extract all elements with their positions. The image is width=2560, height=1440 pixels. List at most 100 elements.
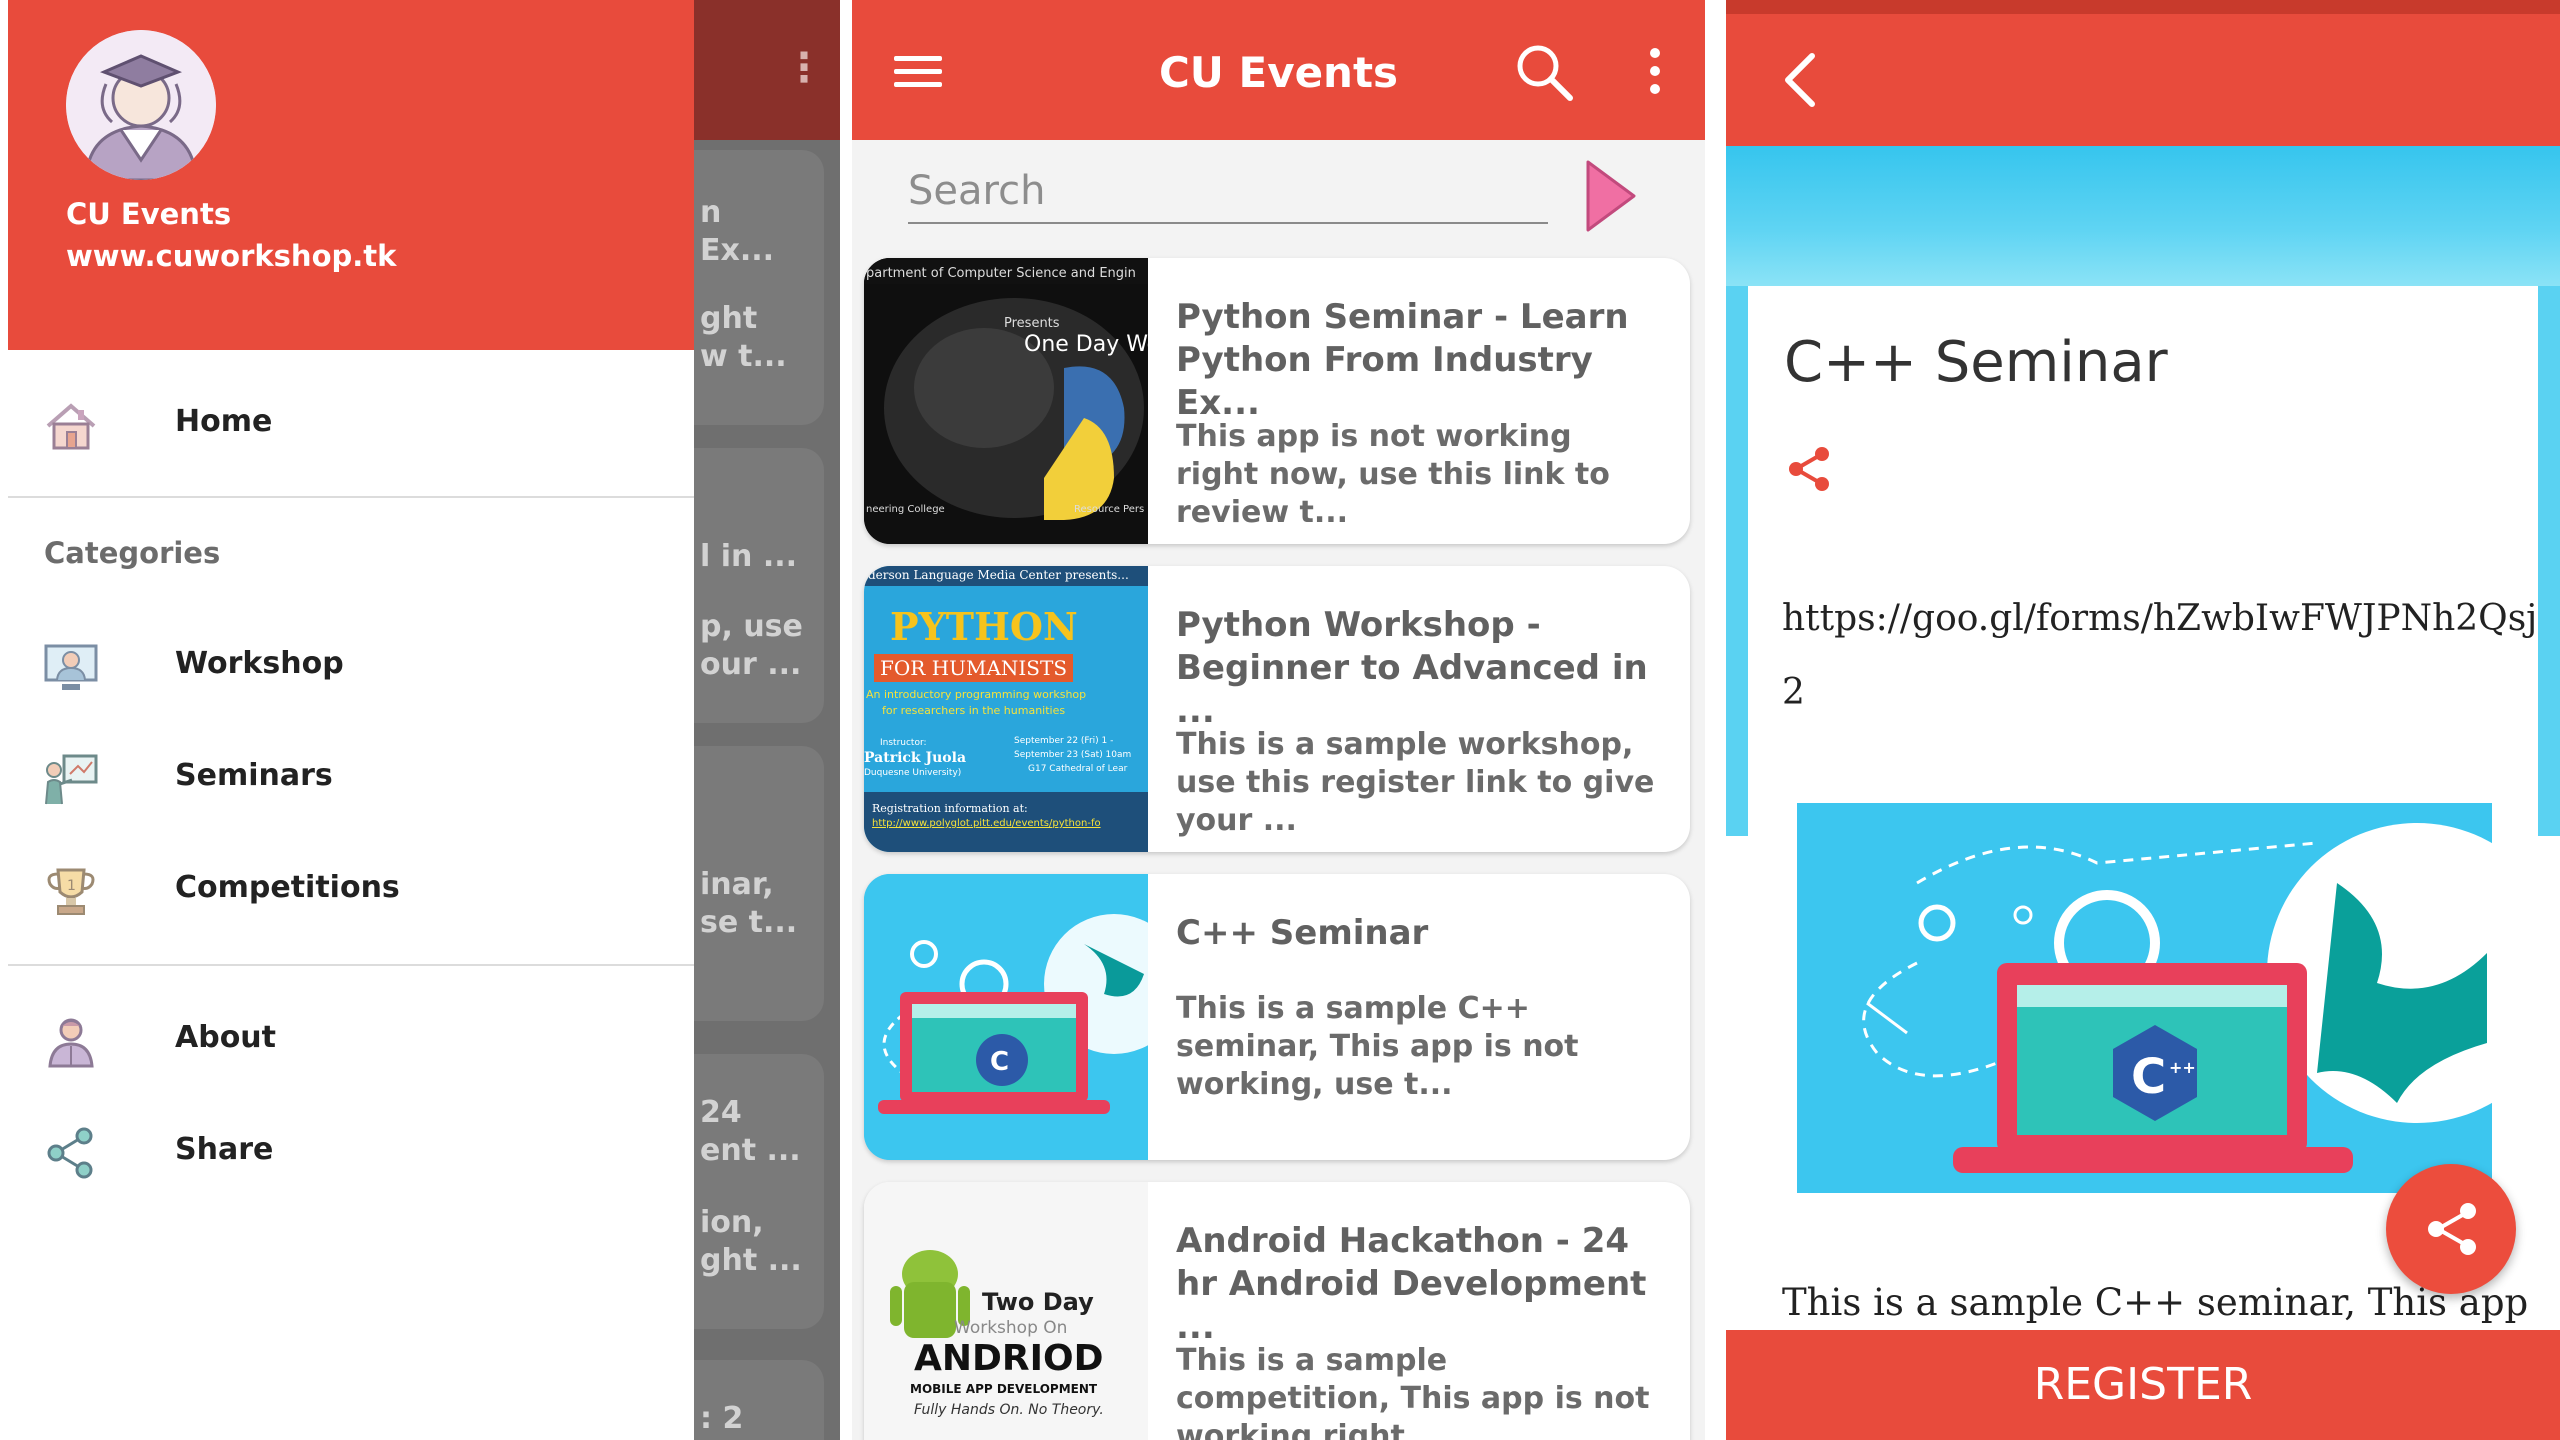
event-title: Android Hackathon - 24 hr Android Develo… (1176, 1221, 1647, 1347)
divider (8, 964, 694, 966)
header-banner (1726, 146, 2560, 286)
background-card-text: p, use our ... (700, 609, 803, 682)
event-description: This app is not working right now, use t… (1176, 419, 1610, 530)
drawer-item-label: Competitions (175, 870, 400, 905)
banner-edge (2538, 286, 2560, 836)
background-more-icon: ⋮ (784, 45, 824, 91)
play-arrow-icon[interactable] (1580, 156, 1640, 236)
home-icon (46, 403, 96, 450)
thumb-dates: G17 Cathedral of Lear (1028, 764, 1128, 774)
event-image: C ++ (1797, 803, 2492, 1193)
thumb-presents: Presents (1004, 316, 1060, 331)
event-card[interactable]: C C++ Seminar This is a sample C++ semin… (864, 874, 1690, 1160)
thumb-headline: ANDRIOD (914, 1338, 1104, 1379)
background-card-text: 24 ent ... (700, 1095, 801, 1168)
event-description: This is a sample competition, This app i… (1176, 1343, 1650, 1440)
thumb-reg-url: http://www.polyglot.pitt.edu/events/pyth… (872, 818, 1101, 829)
categories-heading: Categories (44, 536, 221, 570)
background-card-text: : 2 (700, 1401, 744, 1436)
thumb-headline: PYTHON (890, 604, 1078, 649)
python-seminar-artwork (864, 258, 1148, 544)
drawer-screen: ⋮ n Ex... ght w t... l in ... p, use our… (0, 0, 840, 1440)
background-card-text: n Ex... (700, 195, 775, 268)
drawer-app-name: CU Events (66, 197, 232, 231)
search-input[interactable] (908, 160, 1548, 224)
back-arrow-icon[interactable] (1776, 48, 1826, 112)
background-card-text: ght w t... (700, 301, 787, 374)
status-bar (1726, 0, 2560, 14)
thumb-headline: One Day Wo (1024, 332, 1148, 357)
event-title: Python Seminar - Learn Python From Indus… (1176, 297, 1629, 423)
thumb-caption: partment of Computer Science and Engin (866, 266, 1136, 281)
registration-link[interactable]: https://goo.gl/forms/hZwbIwFWJPNh2Qsj2 (1782, 582, 2542, 730)
register-button[interactable]: REGISTER (1726, 1330, 2560, 1440)
thumb-caption: derson Language Media Center presents... (868, 568, 1129, 582)
divider (8, 496, 694, 498)
thumb-reg-label: Registration information at: (872, 802, 1028, 815)
svg-text:C: C (2131, 1049, 2166, 1105)
teacher-board-icon (45, 754, 98, 805)
drawer-item-label: Share (175, 1132, 274, 1167)
drawer-item-home[interactable]: Home (8, 374, 694, 474)
background-app-scrim[interactable]: ⋮ n Ex... ght w t... l in ... p, use our… (654, 0, 840, 1440)
event-thumbnail: Two Day Workshop On ANDRIOD MOBILE APP D… (864, 1182, 1148, 1440)
event-card[interactable]: Two Day Workshop On ANDRIOD MOBILE APP D… (864, 1182, 1690, 1440)
app-toolbar: CU Events (852, 0, 1705, 140)
event-list-screen: CU Events partment of Computer Science a… (852, 0, 1705, 1440)
background-card-text: inar, se t... (700, 867, 798, 940)
thumb-footer-left: neering College (866, 504, 945, 515)
event-title: C++ Seminar (1176, 913, 1429, 953)
banner-edge (1726, 286, 1748, 836)
drawer-item-about[interactable]: About (8, 990, 694, 1090)
drawer-header: CU Events www.cuworkshop.tk (8, 0, 694, 350)
drawer-item-workshop[interactable]: Workshop (8, 616, 694, 716)
event-thumbnail: partment of Computer Science and Engin P… (864, 258, 1148, 544)
event-card[interactable]: partment of Computer Science and Engin P… (864, 258, 1690, 544)
share-icon[interactable] (1784, 444, 1834, 494)
thumb-instructor-label: Instructor: (880, 738, 927, 748)
drawer-item-competitions[interactable]: 1 Competitions (8, 840, 694, 940)
search-icon[interactable] (1512, 40, 1576, 104)
thumb-line: Two Day (982, 1288, 1094, 1316)
share-fab[interactable] (2386, 1164, 2516, 1294)
background-card-text: ion, ght ... (700, 1205, 802, 1278)
thumb-footer-right: Resource Pers (1074, 504, 1145, 515)
drawer-website[interactable]: www.cuworkshop.tk (66, 236, 396, 276)
share-icon (2428, 1203, 2476, 1255)
svg-text:1: 1 (67, 878, 76, 894)
more-options-icon[interactable] (1648, 48, 1662, 98)
drawer-item-label: Workshop (175, 646, 344, 681)
thumb-instructor-org: Duquesne University) (864, 768, 962, 778)
thumb-subhead: FOR HUMANISTS (874, 654, 1074, 682)
drawer-item-seminars[interactable]: Seminars (8, 728, 694, 828)
cpp-laptop-artwork: C ++ (1797, 803, 2492, 1193)
student-avatar-icon (66, 30, 216, 180)
page-title: CU Events (1158, 48, 1399, 97)
svg-text:C: C (990, 1047, 1009, 1077)
event-detail-title: C++ Seminar (1784, 330, 2168, 395)
thumb-instructor: Patrick Juola (864, 750, 967, 766)
app-toolbar (1726, 0, 2560, 146)
presentation-board-icon (44, 644, 98, 690)
thumb-line: for researchers in the humanities (882, 704, 1066, 717)
svg-text:++: ++ (2169, 1058, 2196, 1077)
background-card-text: l in ... (700, 539, 798, 574)
cpp-laptop-artwork: C (864, 874, 1148, 1160)
thumb-dates: September 22 (Fri) 1 - (1014, 736, 1114, 746)
event-description: This is a sample C++ seminar, This app i… (1176, 991, 1579, 1102)
event-card[interactable]: derson Language Media Center presents...… (864, 566, 1690, 852)
share-icon (47, 1127, 93, 1179)
person-icon (48, 1018, 94, 1068)
event-description: This is a sample workshop, use this regi… (1176, 727, 1655, 838)
thumb-dates: September 23 (Sat) 10am (1014, 750, 1132, 760)
trophy-icon: 1 (47, 868, 95, 915)
thumb-line: MOBILE APP DEVELOPMENT (910, 1382, 1098, 1396)
navigation-drawer: CU Events www.cuworkshop.tk Home Categor… (8, 0, 694, 1440)
drawer-item-label: Seminars (175, 758, 333, 793)
thumb-line: An introductory programming workshop (866, 688, 1087, 701)
event-thumbnail: C (864, 874, 1148, 1160)
drawer-item-share[interactable]: Share (8, 1102, 694, 1202)
drawer-item-label: About (175, 1020, 277, 1055)
thumb-line: Fully Hands On. No Theory. (914, 1402, 1104, 1418)
thumb-line: Workshop On (954, 1318, 1068, 1338)
